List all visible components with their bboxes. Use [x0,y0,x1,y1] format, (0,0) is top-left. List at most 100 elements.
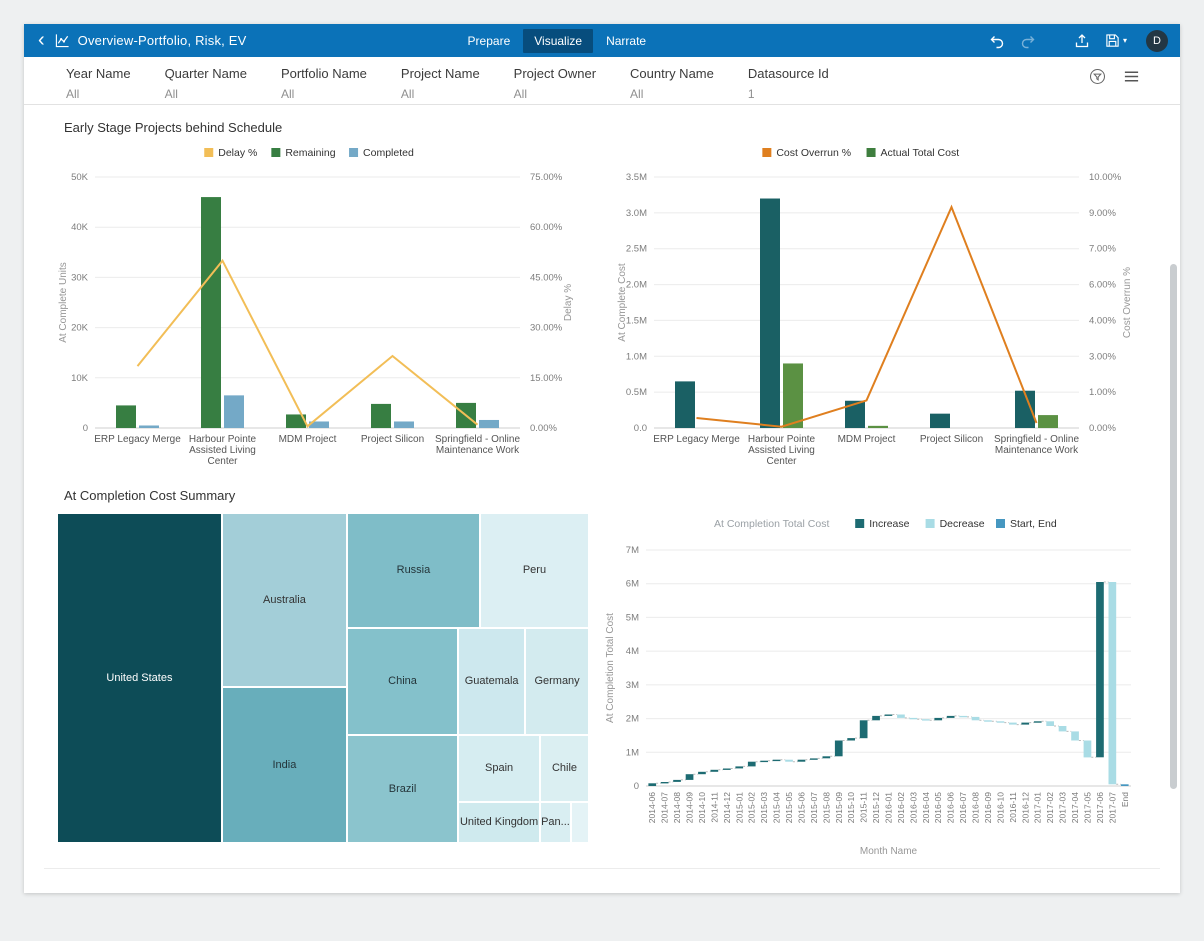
filter-datasource-id[interactable]: Datasource Id1 [748,66,829,101]
bar-remaining[interactable] [371,404,391,428]
bar-at-complete-cost[interactable] [930,414,950,428]
cost-waterfall-chart[interactable]: 01M2M3M4M5M6M7MAt Completion Total CostM… [601,515,1153,860]
waterfall-bar[interactable] [686,774,694,780]
waterfall-bar[interactable] [748,762,756,767]
bar-at-complete-cost[interactable] [675,381,695,428]
waterfall-bar[interactable] [947,716,955,718]
waterfall-bar[interactable] [735,766,743,768]
vertical-scrollbar[interactable] [1170,264,1177,789]
treemap-node-peru[interactable]: Peru [480,513,589,628]
treemap-node-russia[interactable]: Russia [347,513,480,628]
waterfall-bar[interactable] [760,761,768,762]
waterfall-bar[interactable] [1071,731,1079,740]
legend-label: Remaining [285,147,335,159]
undo-icon[interactable] [989,33,1005,49]
treemap-node-pan[interactable]: Pan... [540,802,571,843]
filter-project-name[interactable]: Project NameAll [401,66,480,101]
waterfall-bar[interactable] [698,772,706,774]
waterfall-bar[interactable] [711,770,719,772]
limit-values-icon[interactable] [1089,68,1106,85]
back-button[interactable]: ‹ [36,30,53,52]
country-treemap[interactable]: United StatesAustraliaIndiaRussiaPeruChi… [57,513,589,843]
waterfall-bar[interactable] [835,741,843,757]
treemap-node-india[interactable]: India [222,687,347,843]
user-avatar[interactable]: D [1146,30,1168,52]
treemap-node-australia[interactable]: Australia [222,513,347,687]
bar-remaining[interactable] [201,197,221,428]
bar-actual-total-cost[interactable] [868,426,888,428]
units-combo-chart[interactable]: 010K20K30K40K50K0.00%15.00%30.00%45.00%6… [50,141,585,473]
svg-text:2016-06: 2016-06 [946,792,956,823]
waterfall-bar[interactable] [897,715,905,718]
filter-portfolio-name[interactable]: Portfolio NameAll [281,66,367,101]
canvas-menu-icon[interactable] [1123,68,1140,85]
waterfall-bar[interactable] [885,715,893,716]
waterfall-bar[interactable] [997,721,1005,722]
svg-text:4M: 4M [626,646,639,657]
waterfall-bar[interactable] [1121,784,1129,786]
treemap-node-guatemala[interactable]: Guatemala [458,628,525,735]
cost-combo-chart[interactable]: 0.00.5M1.0M1.5M2.0M2.5M3.0M3.5M0.00%1.00… [609,141,1144,473]
waterfall-bar[interactable] [934,718,942,720]
waterfall-bar[interactable] [723,769,731,770]
svg-text:2015-09: 2015-09 [834,792,844,823]
waterfall-bar[interactable] [910,718,918,719]
export-icon[interactable] [1074,33,1090,49]
filter-project-owner[interactable]: Project OwnerAll [514,66,596,101]
bar-completed[interactable] [139,425,159,428]
waterfall-bar[interactable] [1034,721,1042,722]
waterfall-bar[interactable] [1059,726,1067,731]
waterfall-bar[interactable] [959,716,967,717]
waterfall-bar[interactable] [823,756,831,758]
bar-completed[interactable] [224,395,244,428]
svg-text:2016-03: 2016-03 [908,792,918,823]
save-dropdown-caret[interactable]: ▾ [1123,36,1127,45]
save-icon[interactable]: ▾ [1105,33,1127,48]
treemap-node-china[interactable]: China [347,628,458,735]
waterfall-bar[interactable] [1109,582,1117,784]
waterfall-bar[interactable] [661,782,669,783]
waterfall-bar[interactable] [1084,741,1092,758]
treemap-node-united-kingdom[interactable]: United Kingdom [458,802,540,843]
waterfall-bar[interactable] [648,783,656,786]
bar-actual-total-cost[interactable] [783,363,803,428]
waterfall-bar[interactable] [872,716,880,720]
treemap-node[interactable] [571,802,589,843]
waterfall-bar[interactable] [773,760,781,761]
waterfall-bar[interactable] [798,760,806,762]
waterfall-bar[interactable] [1009,723,1017,725]
treemap-node-germany[interactable]: Germany [525,628,589,735]
redo-icon[interactable] [1020,33,1036,49]
waterfall-bar[interactable] [1021,723,1029,725]
filter-quarter-name[interactable]: Quarter NameAll [165,66,247,101]
tab-visualize[interactable]: Visualize [523,29,593,53]
treemap-node-spain[interactable]: Spain [458,735,540,802]
mode-tabs: PrepareVisualizeNarrate [457,29,658,53]
waterfall-bar[interactable] [673,780,681,782]
tab-prepare[interactable]: Prepare [457,29,522,53]
filter-year-name[interactable]: Year NameAll [66,66,131,101]
waterfall-bar[interactable] [922,719,930,720]
line-cost-overrun-[interactable] [697,207,1037,427]
treemap-node-chile[interactable]: Chile [540,735,589,802]
bar-actual-total-cost[interactable] [1038,415,1058,428]
waterfall-bar[interactable] [785,760,793,762]
bar-completed[interactable] [394,421,414,428]
waterfall-bar[interactable] [860,720,868,738]
bar-at-complete-cost[interactable] [760,199,780,428]
treemap-node-brazil[interactable]: Brazil [347,735,458,843]
svg-text:1.5M: 1.5M [626,315,647,326]
waterfall-bar[interactable] [972,717,980,720]
bar-remaining[interactable] [116,405,136,428]
waterfall-bar[interactable] [1046,721,1054,726]
bar-completed[interactable] [479,420,499,428]
waterfall-bar[interactable] [984,720,992,721]
svg-text:2017-01: 2017-01 [1033,792,1043,823]
tab-narrate[interactable]: Narrate [595,29,657,53]
waterfall-bar[interactable] [1096,582,1104,757]
filter-country-name[interactable]: Country NameAll [630,66,714,101]
waterfall-bar[interactable] [810,758,818,759]
treemap-node-united-states[interactable]: United States [57,513,222,843]
line-delay-[interactable] [138,261,478,427]
waterfall-bar[interactable] [847,738,855,740]
